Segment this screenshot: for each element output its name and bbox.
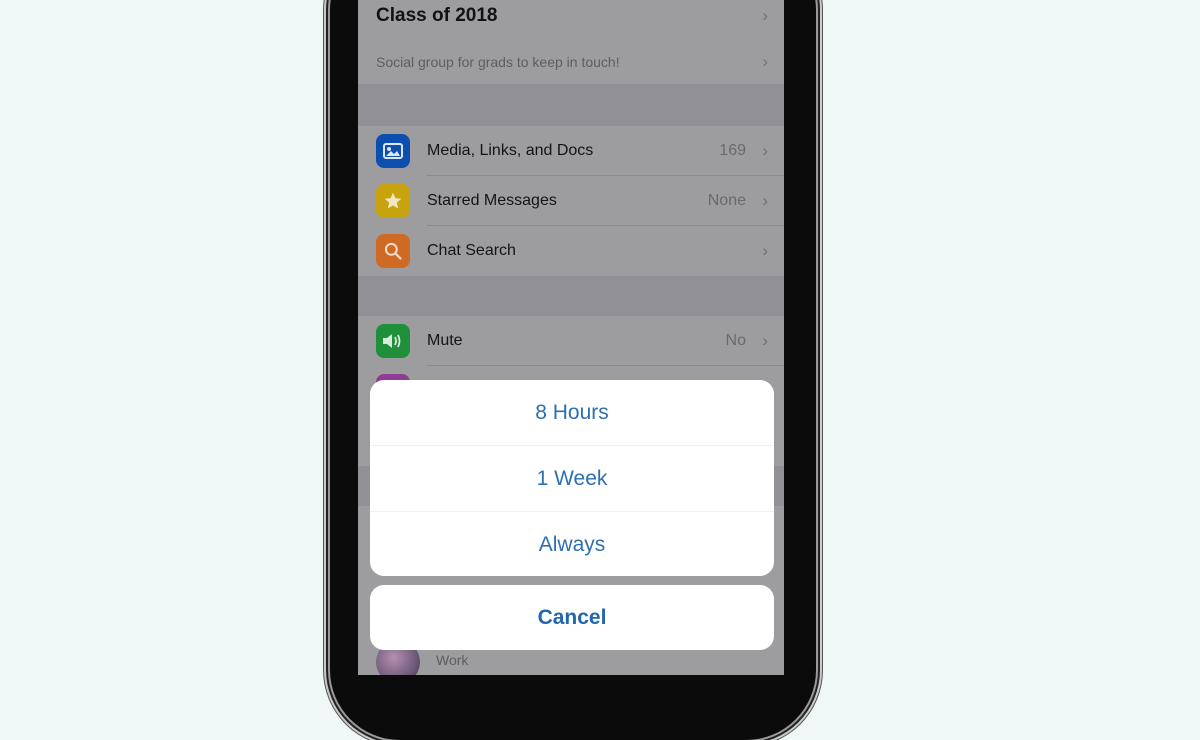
chevron-right-icon: › [762,6,768,25]
participant-subtitle: Work [436,652,469,668]
chat-search-row[interactable]: Chat Search › [358,226,784,276]
search-icon [376,234,410,268]
action-sheet: 8 Hours 1 Week Always [370,380,774,576]
group-name: Class of 2018 [376,5,498,26]
mute-label: Mute [427,332,463,349]
chevron-right-icon: › [762,52,768,71]
mute-row[interactable]: Mute No › [358,316,784,366]
starred-messages-row[interactable]: Starred Messages None › [358,176,784,226]
option-always[interactable]: Always [370,512,774,576]
chevron-right-icon: › [762,241,768,260]
starred-label: Starred Messages [427,192,557,209]
cancel-button[interactable]: Cancel [370,585,774,650]
chat-search-label: Chat Search [427,242,516,259]
group-name-row[interactable]: Class of 2018 › [358,0,784,40]
star-icon [376,184,410,218]
photo-icon [376,134,410,168]
option-8-hours[interactable]: 8 Hours [370,380,774,446]
mute-value: No [725,332,746,349]
chevron-right-icon: › [762,191,768,210]
option-1-week[interactable]: 1 Week [370,446,774,512]
media-count: 169 [719,142,746,159]
section-gap [358,84,784,126]
media-label: Media, Links, and Docs [427,142,594,159]
chevron-right-icon: › [762,141,768,160]
chevron-right-icon: › [762,331,768,350]
media-links-docs-row[interactable]: Media, Links, and Docs 169 › [358,126,784,176]
starred-value: None [707,192,746,209]
section-gap [358,276,784,316]
speaker-icon [376,324,410,358]
group-description: Social group for grads to keep in touch! [376,54,620,70]
group-description-row[interactable]: Social group for grads to keep in touch!… [358,40,784,84]
